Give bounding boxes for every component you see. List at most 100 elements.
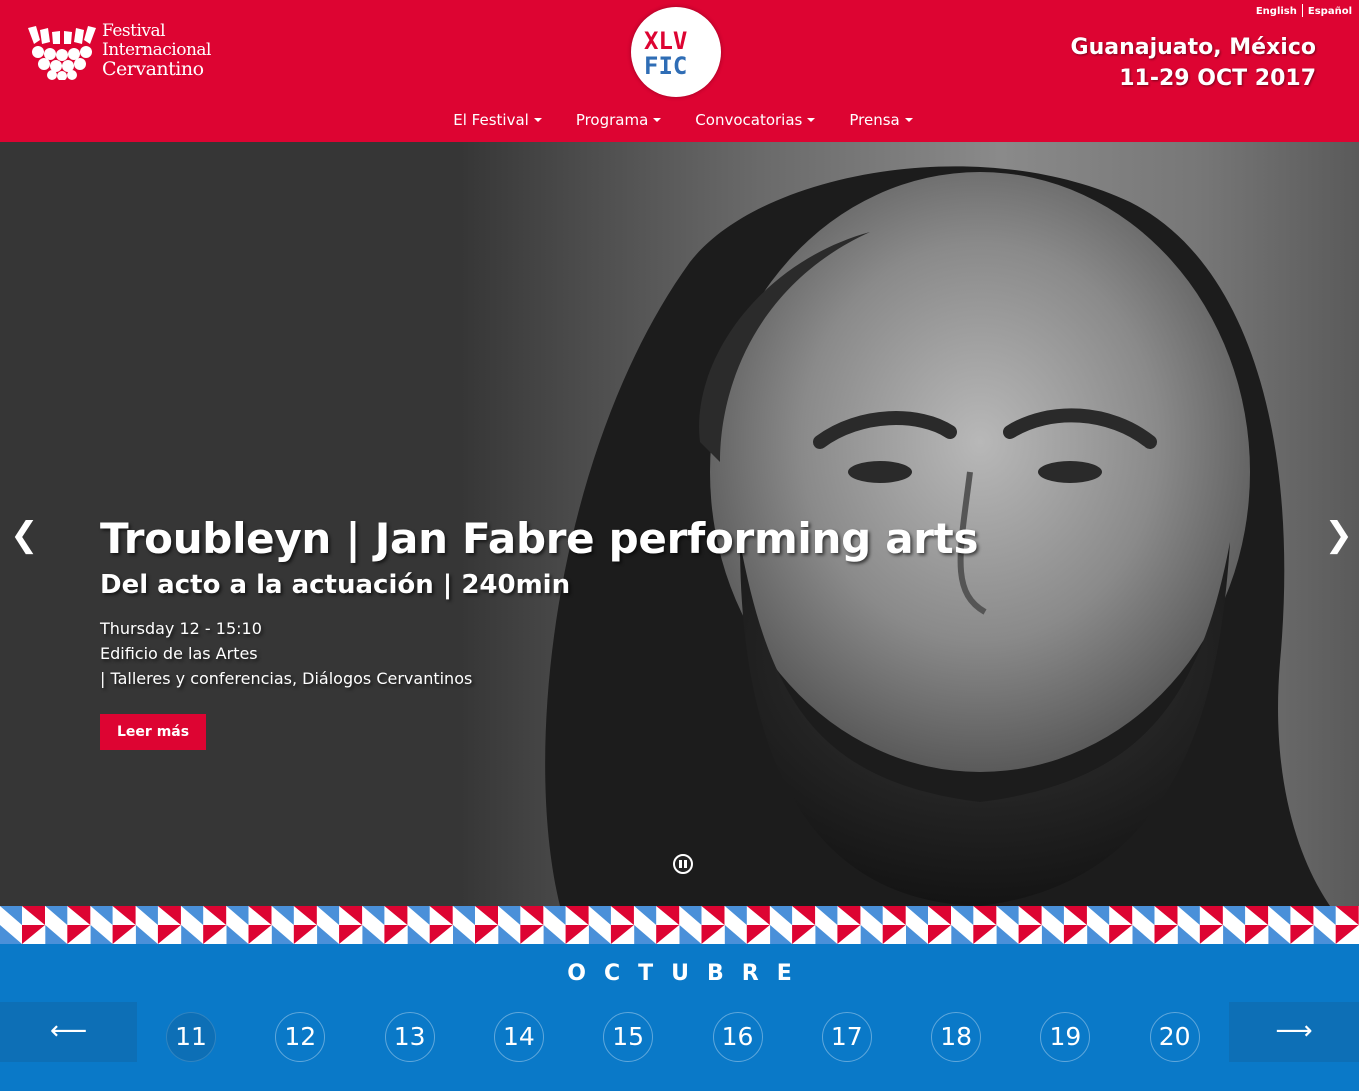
pattern-triangle <box>498 906 521 925</box>
pattern-triangle <box>317 906 340 925</box>
pattern-triangle <box>90 906 113 925</box>
pattern-triangle <box>181 906 204 925</box>
pattern-triangle <box>543 925 566 944</box>
site-header: Festival Internacional Cervantino XLV FI… <box>0 0 1359 142</box>
arrow-left-icon[interactable]: ⟵ <box>0 1002 137 1062</box>
pattern-triangle <box>271 925 294 944</box>
pattern-triangle <box>679 925 702 944</box>
pattern-triangle <box>815 925 838 944</box>
date-calendar: OCTUBRE ⟵ ⟶ 11 12 13 14 15 16 17 18 19 20 <box>0 944 1359 1091</box>
pattern-triangle <box>1109 925 1133 944</box>
pattern-triangle <box>1245 925 1269 944</box>
pattern-triangle <box>90 925 113 944</box>
pattern-triangle <box>1154 925 1178 944</box>
pattern-triangle <box>248 906 272 925</box>
pattern-triangle <box>203 925 227 944</box>
main-nav: El Festival Programa Convocatorias Prens… <box>0 111 1359 129</box>
pattern-triangle <box>996 906 1019 925</box>
slide-datetime: Thursday 12 - 15:10 <box>100 619 262 638</box>
pattern-triangle <box>746 925 770 944</box>
day-15[interactable]: 15 <box>603 1012 654 1062</box>
nav-label: Programa <box>575 111 649 129</box>
day-16[interactable]: 16 <box>712 1012 763 1062</box>
pattern-triangle <box>1087 925 1110 944</box>
pattern-triangle <box>1313 925 1336 944</box>
pattern-triangle <box>951 925 974 944</box>
pattern-triangle <box>339 906 363 925</box>
pattern-triangle <box>1268 925 1291 944</box>
pattern-triangle <box>1290 925 1314 944</box>
pattern-triangle <box>429 925 453 944</box>
pattern-triangle <box>157 906 181 925</box>
pattern-triangle <box>226 906 249 925</box>
pattern-triangle <box>951 906 974 925</box>
day-19[interactable]: 19 <box>1040 1012 1091 1062</box>
pattern-triangle <box>362 906 385 925</box>
festival-logo-icon <box>28 26 96 80</box>
pattern-triangle <box>520 906 544 925</box>
day-13[interactable]: 13 <box>384 1012 435 1062</box>
pattern-triangle <box>293 906 317 925</box>
pattern-triangle <box>792 925 816 944</box>
xlv-fic-badge[interactable]: XLV FIC <box>631 7 721 97</box>
day-11[interactable]: 11 <box>166 1012 216 1062</box>
chevron-left-icon[interactable]: ❮ <box>10 515 39 555</box>
chevron-right-icon[interactable]: ❯ <box>1325 515 1354 555</box>
pattern-triangle <box>22 925 45 944</box>
pattern-triangle <box>293 925 317 944</box>
pattern-triangle <box>792 906 816 925</box>
pattern-triangle <box>996 925 1019 944</box>
day-18[interactable]: 18 <box>931 1012 982 1062</box>
caret-down-icon <box>807 118 816 122</box>
lang-english[interactable]: English <box>1256 6 1297 17</box>
pattern-triangle <box>1087 906 1110 925</box>
day-14[interactable]: 14 <box>493 1012 544 1062</box>
nav-label: Prensa <box>849 111 900 129</box>
pattern-triangle <box>384 906 408 925</box>
pattern-triangle <box>498 925 521 944</box>
nav-el-festival[interactable]: El Festival <box>453 111 542 129</box>
pattern-triangle <box>1154 906 1178 925</box>
pattern-triangle <box>1018 925 1042 944</box>
pattern-triangle <box>67 906 91 925</box>
lang-espanol[interactable]: Español <box>1308 6 1352 17</box>
read-more-button[interactable]: Leer más <box>100 714 207 750</box>
pattern-triangle <box>1245 906 1269 925</box>
location-dates: Guanajuato, México 11-29 OCT 2017 <box>1071 32 1316 94</box>
pattern-triangle <box>770 925 793 944</box>
nav-prensa[interactable]: Prensa <box>849 111 913 129</box>
pattern-triangle <box>1223 906 1246 925</box>
day-17[interactable]: 17 <box>821 1012 872 1062</box>
pattern-triangle <box>701 925 725 944</box>
pattern-triangle <box>610 925 634 944</box>
badge-text-top: XLV <box>644 27 687 55</box>
pattern-triangle <box>701 906 725 925</box>
day-20[interactable]: 20 <box>1149 1012 1200 1062</box>
pattern-triangle <box>384 925 408 944</box>
pattern-triangle <box>1335 906 1359 925</box>
pattern-triangle <box>656 906 680 925</box>
slide-caption: Troubleyn | Jan Fabre performing arts De… <box>100 514 978 750</box>
pattern-triangle <box>248 925 272 944</box>
pattern-triangle <box>679 906 702 925</box>
nav-programa[interactable]: Programa <box>575 111 662 129</box>
pattern-triangle <box>407 906 430 925</box>
nav-label: Convocatorias <box>695 111 803 129</box>
pattern-triangle <box>112 906 136 925</box>
pattern-triangle <box>724 906 747 925</box>
pattern-triangle <box>1041 925 1064 944</box>
pattern-triangle <box>746 906 770 925</box>
pattern-triangle <box>588 906 611 925</box>
logo-line-1: Festival <box>102 21 166 41</box>
arrow-right-icon[interactable]: ⟶ <box>1229 1002 1359 1062</box>
pause-icon[interactable] <box>673 854 693 874</box>
festival-logo[interactable]: Festival Internacional Cervantino <box>26 22 256 84</box>
pattern-triangle <box>815 906 838 925</box>
pattern-triangle <box>1177 925 1200 944</box>
nav-convocatorias[interactable]: Convocatorias <box>695 111 816 129</box>
day-12[interactable]: 12 <box>275 1012 326 1062</box>
pattern-triangle <box>656 925 680 944</box>
triangle-pattern <box>0 906 1359 944</box>
slide-title: Troubleyn | Jan Fabre performing arts <box>100 514 979 563</box>
pattern-triangle <box>565 925 589 944</box>
